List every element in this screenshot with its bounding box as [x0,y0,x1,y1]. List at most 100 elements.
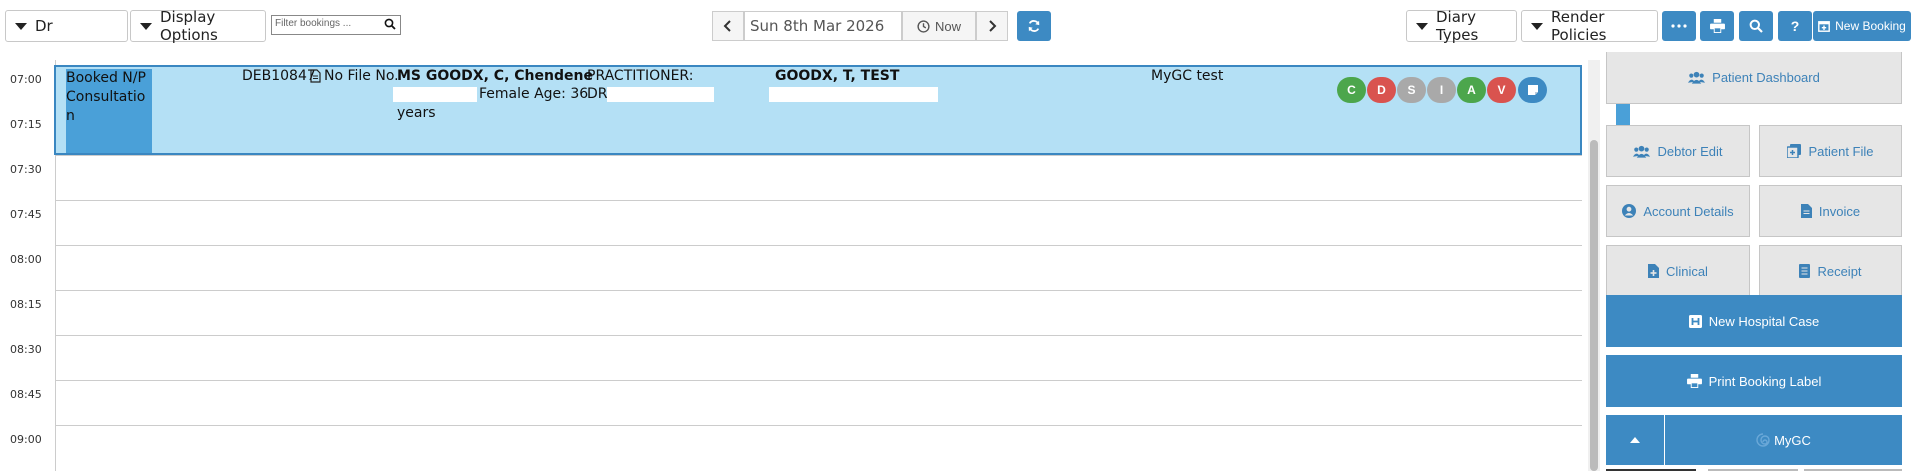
redacted-field [769,87,938,102]
badge-letter: S [1407,83,1416,97]
debtor-edit-label: Debtor Edit [1657,143,1723,159]
badge-letter: C [1347,83,1356,97]
display-options-label: Display Options [160,8,218,44]
print-booking-label-button[interactable]: Print Booking Label [1606,355,1902,407]
invoice-button[interactable]: Invoice [1759,185,1902,237]
action-panel: Patient Dashboard Debtor Edit Patient Fi… [1606,52,1904,471]
patient-name[interactable]: MS GOODX, C, Chendene [397,68,593,84]
caret-down-icon [140,22,152,30]
grid-line [55,290,1582,291]
toolbar: Dr Display Options Filter bookings ... S… [0,0,1918,52]
copy-plus-icon [1787,144,1802,158]
clock-icon [917,19,930,33]
booking-block[interactable]: Booked N/P Consultation DEB10847 No File… [54,65,1630,158]
patient-file-label: Patient File [1808,143,1874,159]
time-label: 07:15 [10,118,42,131]
help-button[interactable]: ? [1778,11,1812,41]
debtor-edit-button[interactable]: Debtor Edit [1606,125,1750,177]
collapse-button[interactable] [1606,415,1664,465]
time-label: 09:00 [10,433,42,446]
prev-day-button[interactable] [712,11,744,41]
filter-bookings-input[interactable]: Filter bookings ... [271,15,401,35]
badge-s[interactable]: S [1397,77,1426,103]
patient-dashboard-button[interactable]: Patient Dashboard [1606,52,1902,104]
grid-line [55,200,1582,201]
new-booking-button[interactable]: New Booking [1813,11,1911,41]
diary-grid: 07:00 07:15 07:30 07:45 08:00 08:15 08:3… [0,60,1630,471]
file-plus-icon [1648,264,1660,278]
caret-down-icon [15,22,27,30]
receipt-icon [1799,264,1811,278]
badge-c[interactable]: C [1337,77,1366,103]
users-icon [1688,71,1706,84]
filter-placeholder: Filter bookings ... [275,18,352,29]
redacted-field [393,87,477,102]
scrollbar-thumb[interactable] [1590,140,1598,471]
printer-icon [1686,374,1702,388]
time-label: 08:00 [10,253,42,266]
search-button[interactable] [1739,11,1773,41]
file-icon[interactable] [310,69,321,83]
caret-down-icon [1531,22,1543,30]
note-button[interactable] [1518,77,1547,103]
receipt-button[interactable]: Receipt [1759,245,1902,297]
file-number: No File No. [324,68,399,84]
render-policies-dropdown[interactable]: Render Policies [1521,8,1658,44]
badge-i[interactable]: I [1427,77,1456,103]
diary-types-dropdown[interactable]: Diary Types [1406,8,1517,44]
badge-d[interactable]: D [1367,77,1396,103]
badge-a[interactable]: A [1457,77,1486,103]
redacted-field [607,87,714,102]
grid-line [55,335,1582,336]
mygc-logo-icon [1756,433,1770,447]
date-text: Sun 8th Mar 2026 [750,17,885,35]
account-details-button[interactable]: Account Details [1606,185,1750,237]
patient-dashboard-label: Patient Dashboard [1712,70,1820,85]
ellipsis-icon [1671,24,1687,28]
date-display[interactable]: Sun 8th Mar 2026 [744,11,902,41]
users-icon [1633,145,1651,158]
badge-letter: D [1377,83,1386,97]
now-button[interactable]: Now [902,11,976,41]
printer-icon [1709,19,1725,33]
diary-scrollbar[interactable] [1588,60,1600,471]
user-circle-icon [1622,204,1637,218]
patient-file-button[interactable]: Patient File [1759,125,1902,177]
more-button[interactable] [1662,11,1696,41]
badge-v[interactable]: V [1487,77,1516,103]
time-label: 07:45 [10,208,42,221]
calendar-plus-icon [1818,21,1831,32]
print-button[interactable] [1700,11,1734,41]
display-options-dropdown[interactable]: Display Options [130,8,266,44]
note-icon [1527,85,1538,95]
new-hospital-case-button[interactable]: New Hospital Case [1606,295,1902,347]
search-icon [1749,19,1763,33]
practitioner-title: DR [587,86,608,102]
grid-line [55,155,1582,156]
time-column: 07:00 07:15 07:30 07:45 08:00 08:15 08:3… [0,60,56,471]
booking-note: MyGC test [1151,68,1224,84]
time-label: 08:45 [10,388,42,401]
patient-age-unit: years [397,105,436,121]
mygc-button[interactable]: MyGC [1665,415,1902,465]
booking-status: Booked N/P Consultation [66,69,152,153]
new-booking-label: New Booking [1835,19,1906,33]
practitioner-label: PRACTITIONER: [587,68,694,84]
badge-letter: V [1497,83,1506,97]
diary-select[interactable]: Dr [5,10,128,42]
refresh-button[interactable] [1017,11,1051,41]
grid-line [55,380,1582,381]
next-day-button[interactable] [976,11,1008,41]
render-policies-label: Render Policies [1551,8,1607,44]
badge-letter: A [1467,83,1476,97]
receipt-label: Receipt [1817,263,1862,279]
clinical-button[interactable]: Clinical [1606,245,1750,297]
search-icon [384,18,396,30]
time-label: 07:30 [10,163,42,176]
refresh-icon [1028,20,1040,32]
time-label: 08:30 [10,343,42,356]
chevron-right-icon [989,20,997,32]
booking-status-text: Booked N/P Consultation [66,70,146,124]
caret-down-icon [1416,22,1428,30]
debtor-number[interactable]: DEB10847 [242,68,316,84]
